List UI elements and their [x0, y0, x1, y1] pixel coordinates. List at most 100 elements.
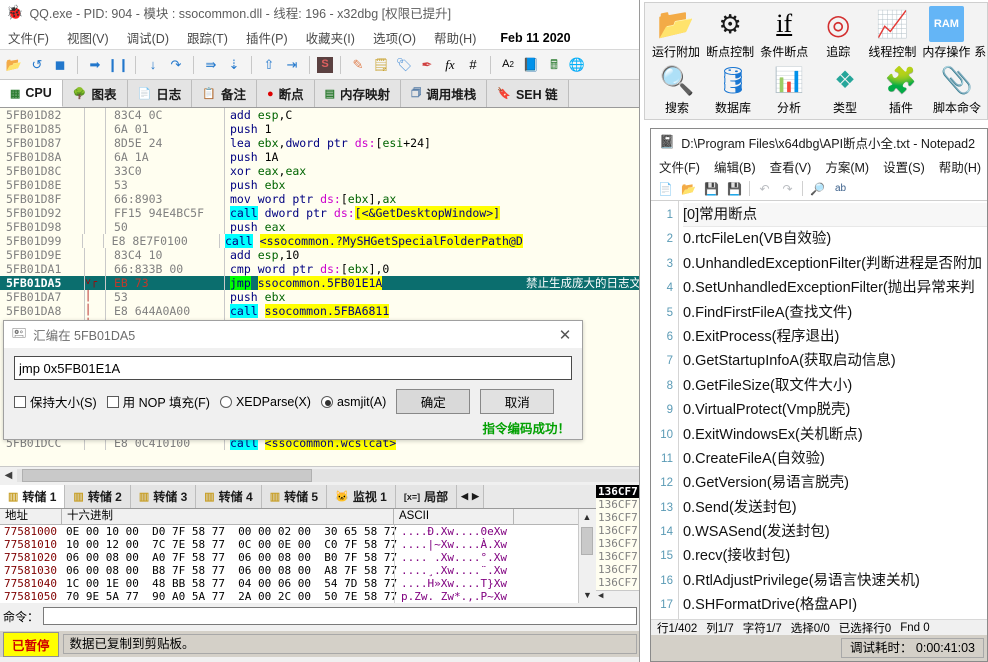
notepad-line[interactable]: 0.GetFileSize(取文件大小): [683, 374, 987, 398]
checkbox-icon[interactable]: [106, 395, 119, 408]
close-icon[interactable]: ✕: [552, 326, 578, 344]
menu-plugins[interactable]: 插件(P): [246, 28, 288, 47]
np-menu-help[interactable]: 帮助(H): [939, 157, 981, 176]
disassembly-row[interactable]: 5FB01D92 FF15 94E4BC5F call dword ptr ds:[…: [0, 206, 639, 220]
tab-dump-5[interactable]: ▥ 转储 5: [261, 485, 328, 508]
replace-icon[interactable]: ab: [832, 180, 849, 197]
tab-dump-4[interactable]: ▥ 转储 4: [196, 485, 262, 508]
attach-icon[interactable]: ⇥: [282, 55, 302, 75]
menu-help[interactable]: 帮助(H): [434, 28, 476, 47]
disassembly-row[interactable]: 5FB01D87 8D5E 24 lea ebx,dword ptr ds:[esi…: [0, 136, 639, 150]
keep-size-option[interactable]: 保持大小(S): [14, 392, 97, 411]
notepad-line[interactable]: 0.CreateFileA(自效验): [683, 447, 987, 471]
menu-file[interactable]: 文件(F): [8, 28, 49, 47]
np-menu-edit[interactable]: 编辑(B): [714, 157, 756, 176]
radio-icon[interactable]: [320, 395, 333, 408]
ribbon-run-attach[interactable]: 📂 运行附加: [649, 6, 703, 60]
notepad-line[interactable]: 0.VirtualProtect(Vmp脱壳): [683, 398, 987, 422]
notepad-line[interactable]: 0.ExitWindowsEx(关机断点): [683, 423, 987, 447]
notepad-editor[interactable]: 123456789101112131415161718 [0]常用断点0.rtc…: [651, 201, 987, 619]
step-over-icon[interactable]: ↷: [166, 55, 186, 75]
hash-icon[interactable]: #: [463, 55, 483, 75]
ok-button[interactable]: 确定: [396, 389, 471, 414]
dump-row[interactable]: 77581050 70 9E 5A 77 90 A0 5A 77 2A 00 2C…: [0, 590, 595, 603]
restart-icon[interactable]: ↺: [27, 55, 47, 75]
run-icon[interactable]: ➡: [85, 55, 105, 75]
tab-locals[interactable]: [x=] 局部: [395, 485, 458, 508]
stack-row[interactable]: 136CF7: [596, 537, 639, 550]
tab-call-stack[interactable]: 🗇 调用堆栈: [401, 80, 488, 107]
notepad-line[interactable]: 0.recv(接收封包): [683, 544, 987, 568]
chevron-right-icon[interactable]: ▶: [472, 491, 479, 502]
stack-row[interactable]: 136CF7: [596, 576, 639, 589]
ribbon-memory-ops[interactable]: RAM 内存操作: [919, 6, 973, 60]
scylla-icon[interactable]: S: [317, 56, 333, 73]
ribbon-thread-control[interactable]: 📈 线程控制: [865, 6, 919, 60]
np-menu-file[interactable]: 文件(F): [659, 157, 700, 176]
notepad-line[interactable]: 0.RtlAdjustPrivilege(易语言快速关机): [683, 569, 987, 593]
ribbon-plugins[interactable]: 🧩 插件: [873, 62, 929, 116]
notes-icon[interactable]: 🗒: [371, 55, 391, 75]
tab-cpu[interactable]: ▦ CPU: [0, 80, 63, 107]
np-menu-view[interactable]: 查看(V): [770, 157, 812, 176]
notepad-line[interactable]: 0.WSASend(发送封包): [683, 520, 987, 544]
notepad-line[interactable]: 0.SetUnhandledExceptionFilter(抛出异常来判: [683, 276, 987, 300]
radio-icon[interactable]: [219, 395, 232, 408]
notepad-line[interactable]: 0.SHFormatDrive(格盘API): [683, 593, 987, 617]
font-icon[interactable]: A2: [498, 55, 518, 75]
stack-view[interactable]: 136CF7 136CF7 136CF7 136CF7 136CF7 136CF7 136C…: [596, 485, 639, 603]
hscroll-thumb[interactable]: [22, 468, 312, 482]
notepad-line[interactable]: 0.UnhandledExceptionFilter(判断进程是否附加: [683, 252, 987, 276]
assemble-input[interactable]: [14, 356, 572, 380]
dump-body[interactable]: 77581000 0E 00 10 00 D0 7F 58 77 00 00 02…: [0, 525, 595, 603]
menu-view[interactable]: 视图(V): [67, 28, 109, 47]
dump-row[interactable]: 77581040 1C 00 1E 00 48 BB 58 77 04 00 06…: [0, 577, 595, 590]
vscroll-thumb[interactable]: [581, 527, 593, 555]
notepad-line[interactable]: 0.GetStartupInfoA(获取启动信息): [683, 349, 987, 373]
tab-watch-1[interactable]: 🐱 监视 1: [327, 485, 396, 508]
disassembly-row[interactable]: 5FB01D99 E8 8E7F0100 call <ssocommon.?MySH…: [0, 234, 639, 248]
tab-memory-map[interactable]: ▤ 内存映射: [314, 80, 402, 107]
tab-breakpoints[interactable]: ● 断点: [256, 80, 315, 107]
dump-row[interactable]: 77581010 10 00 12 00 7C 7E 58 77 0C 00 0E…: [0, 538, 595, 551]
ribbon-more[interactable]: 系: [973, 6, 987, 60]
scroll-up-icon[interactable]: ▲: [579, 509, 595, 525]
save-icon[interactable]: 💾: [703, 180, 720, 197]
memory-dump-view[interactable]: 地址 十六进制 ASCII 77581000 0E 00 10 00 D0 7F …: [0, 509, 595, 603]
disassembly-row[interactable]: 5FB01DA8 │ E8 644A0A00 call ssocommon.5FBA6…: [0, 304, 639, 318]
scroll-down-icon[interactable]: ▼: [579, 587, 596, 603]
execute-till-return-icon[interactable]: ⇧: [259, 55, 279, 75]
chevron-left-icon[interactable]: ◀: [461, 491, 468, 502]
ribbon-search[interactable]: 🔍 搜索: [649, 62, 705, 116]
undo-icon[interactable]: ↶: [756, 180, 773, 197]
stack-row[interactable]: 136CF7: [596, 524, 639, 537]
disassembly-row[interactable]: 5FB01DA1 66:833B 00 cmp word ptr ds:[ebx],…: [0, 262, 639, 276]
dump-vscrollbar[interactable]: ▲ ▼: [578, 509, 595, 603]
trace-into-icon[interactable]: ⇛: [201, 55, 221, 75]
pause-icon[interactable]: ❙❙: [107, 55, 129, 75]
open-file-icon[interactable]: 📂: [680, 180, 697, 197]
menu-trace[interactable]: 跟踪(T): [187, 28, 228, 47]
menu-debug[interactable]: 调试(D): [127, 28, 169, 47]
checkbox-icon[interactable]: [14, 395, 26, 408]
disassembly-row[interactable]: 5FB01D9E 83C4 10 add esp,10: [0, 248, 639, 262]
tab-dump-3[interactable]: ▥ 转储 3: [130, 485, 197, 508]
np-menu-settings[interactable]: 设置(S): [883, 157, 925, 176]
dump-row[interactable]: 77581030 06 00 08 00 B8 7F 58 77 06 00 08…: [0, 564, 595, 577]
notepad-line[interactable]: 0.ExitProcess(程序退出): [683, 325, 987, 349]
patch-icon[interactable]: ✎: [348, 55, 368, 75]
notepad-line[interactable]: 0.GetVersion(易语言脱壳): [683, 471, 987, 495]
xedparse-option[interactable]: XEDParse(X): [219, 395, 311, 409]
open-folder-icon[interactable]: 📂: [4, 55, 24, 75]
fx-icon[interactable]: fx: [440, 55, 460, 75]
symbols-icon[interactable]: 🏷: [394, 55, 414, 75]
notepad-line[interactable]: [0]常用断点: [683, 203, 987, 228]
np-menu-scheme[interactable]: 方案(M): [825, 157, 869, 176]
stop-icon[interactable]: ◼: [50, 55, 70, 75]
calculator-icon[interactable]: 🖩: [544, 55, 564, 75]
scroll-left-icon[interactable]: ◀: [0, 470, 17, 481]
tab-seh-chain[interactable]: 🔖 SEH 链: [487, 80, 569, 107]
disassembly-row[interactable]: 5FB01D8C 33C0 xor eax,eax: [0, 164, 639, 178]
redo-icon[interactable]: ↷: [779, 180, 796, 197]
menu-favourites[interactable]: 收藏夹(I): [306, 28, 355, 47]
